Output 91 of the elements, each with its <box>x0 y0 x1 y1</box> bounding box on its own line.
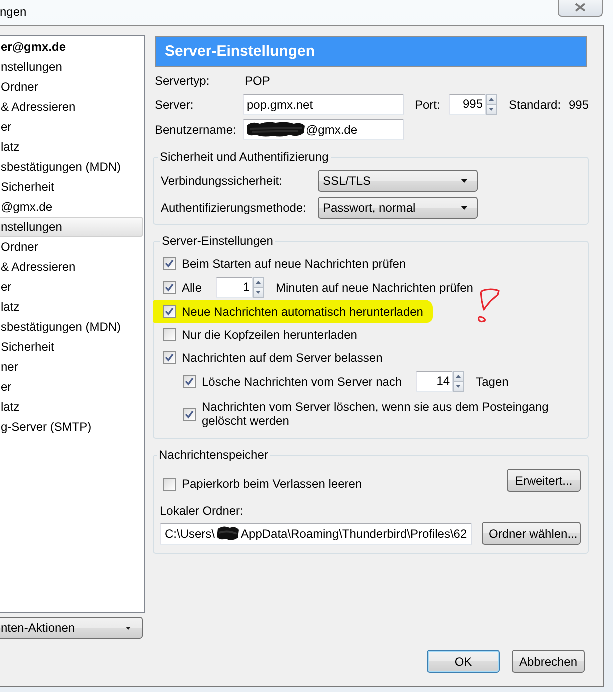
window-title: ngen <box>0 5 27 19</box>
account-actions-button[interactable]: nten-Aktionen <box>0 617 143 639</box>
sidebar-item[interactable]: Ordner <box>0 77 143 97</box>
caret-down-icon <box>456 385 462 388</box>
checkmark-icon <box>185 410 194 418</box>
option-label: Alle <box>182 280 202 294</box>
caret-down-icon <box>461 206 468 210</box>
option-label: Papierkorb beim Verlassen leeren <box>182 477 362 491</box>
default-port-value: 995 <box>569 98 590 112</box>
caret-up-icon <box>489 98 494 101</box>
sidebar-item[interactable]: sbestätigungen (MDN) <box>0 157 143 177</box>
sidebar-item[interactable]: ner <box>0 357 143 377</box>
field-label: Authentifizierungsmethode: <box>161 201 308 215</box>
group-title: Server-Einstellungen <box>161 234 274 248</box>
sidebar-item[interactable]: er <box>0 377 143 397</box>
dialog-button[interactable]: OK <box>427 650 500 673</box>
field-label: Lokaler Ordner: <box>160 504 244 518</box>
scribble-icon <box>246 121 306 138</box>
checkmark-icon <box>165 283 174 292</box>
option-label: Lösche Nachrichten vom Server nach <box>202 374 402 388</box>
dropdown[interactable]: Passwort, normal <box>318 197 478 219</box>
scribble-icon <box>216 525 240 542</box>
dropdown[interactable]: SSL/TLS <box>318 170 478 192</box>
sidebar-item[interactable]: Ordner <box>0 237 143 257</box>
close-button[interactable] <box>558 0 603 17</box>
number-field[interactable]: 1 <box>216 277 254 298</box>
sidebar-item[interactable]: er <box>0 117 143 137</box>
server-type-value: POP <box>245 74 270 88</box>
sidebar-item[interactable]: latz <box>0 137 143 157</box>
option-label: Neue Nachrichten automatisch herunterladen <box>182 304 424 318</box>
group-title: Sicherheit und Authentifizierung <box>159 150 330 164</box>
caret-down-icon <box>461 179 468 183</box>
option-label: Nur die Kopfzeilen herunterladen <box>182 328 358 342</box>
spin-up-button[interactable] <box>453 371 464 382</box>
spin-down-button[interactable] <box>486 105 497 115</box>
spin-down-button[interactable] <box>453 382 464 392</box>
sidebar-item[interactable]: nstellungen <box>0 217 143 237</box>
spin-up-button[interactable] <box>253 277 264 288</box>
checkbox[interactable] <box>163 328 176 341</box>
sidebar-item[interactable]: & Adressieren <box>0 257 143 277</box>
caret-down-icon <box>256 291 262 294</box>
close-icon <box>575 3 586 12</box>
checkbox[interactable] <box>163 351 176 364</box>
spin-down-button[interactable] <box>253 288 264 298</box>
sidebar-item[interactable]: latz <box>0 397 143 417</box>
sidebar-item[interactable]: @gmx.de <box>0 197 143 217</box>
choose-folder-button[interactable]: Ordner wählen... <box>482 522 581 545</box>
server-field[interactable]: pop.gmx.net <box>243 94 404 115</box>
caret-down-icon <box>126 626 131 630</box>
sidebar-item[interactable]: Sicherheit <box>0 177 143 197</box>
sidebar-item[interactable]: er <box>0 277 143 297</box>
option-label: Nachrichten vom Server löschen, wenn sie aus dem Posteingang gelöscht werden <box>202 400 550 428</box>
option-label: Beim Starten auf neue Nachrichten prüfen <box>182 256 406 270</box>
advanced-button[interactable]: Erweitert... <box>507 469 581 492</box>
number-field[interactable]: 14 <box>416 371 454 392</box>
sidebar-item[interactable]: Sicherheit <box>0 337 143 357</box>
checkbox[interactable] <box>163 305 176 318</box>
checkmark-icon <box>165 307 174 316</box>
username-field[interactable]: @gmx.de <box>243 119 404 140</box>
sidebar-item[interactable]: nstellungen <box>0 57 143 77</box>
field-label: Server: <box>155 98 195 112</box>
sidebar-item[interactable]: sbestätigungen (MDN) <box>0 317 143 337</box>
field-label: Port: <box>415 98 442 112</box>
sidebar-item[interactable]: & Adressieren <box>0 97 143 117</box>
sidebar-item[interactable]: latz <box>0 297 143 317</box>
field-label: Benutzername: <box>155 122 238 136</box>
caret-up-icon <box>456 375 462 378</box>
spin-up-button[interactable] <box>486 94 497 105</box>
group-title: Nachrichtenspeicher <box>158 448 270 462</box>
caret-down-icon <box>489 108 494 111</box>
unit-label: Tagen <box>476 374 509 388</box>
dialog-button[interactable]: Abbrechen <box>512 650 585 673</box>
sidebar-item[interactable]: g-Server (SMTP) <box>0 417 143 437</box>
option-label: Nachrichten auf dem Server belassen <box>182 350 383 364</box>
checkbox[interactable] <box>163 281 176 294</box>
checkmark-icon <box>165 259 174 268</box>
checkbox[interactable] <box>163 478 176 490</box>
checkmark-icon <box>185 377 194 386</box>
local-folder-field[interactable]: C:\Users\ AppData\Roaming\Thunderbird\Profiles\62 <box>160 522 472 544</box>
checkbox[interactable] <box>183 375 196 388</box>
field-label: Standard: <box>509 98 562 112</box>
checkbox[interactable] <box>183 408 196 420</box>
checkbox[interactable] <box>163 257 176 270</box>
field-label: Servertyp: <box>155 74 211 88</box>
checkmark-icon <box>165 353 174 362</box>
field-label: Verbindungssicherheit: <box>161 174 284 188</box>
number-field[interactable]: 995 <box>449 94 486 115</box>
unit-label: Minuten auf neue Nachrichten prüfen <box>276 280 474 294</box>
caret-up-icon <box>256 281 262 284</box>
section-header: Server-Einstellungen <box>155 36 587 67</box>
sidebar-item[interactable]: er@gmx.de <box>0 37 143 57</box>
